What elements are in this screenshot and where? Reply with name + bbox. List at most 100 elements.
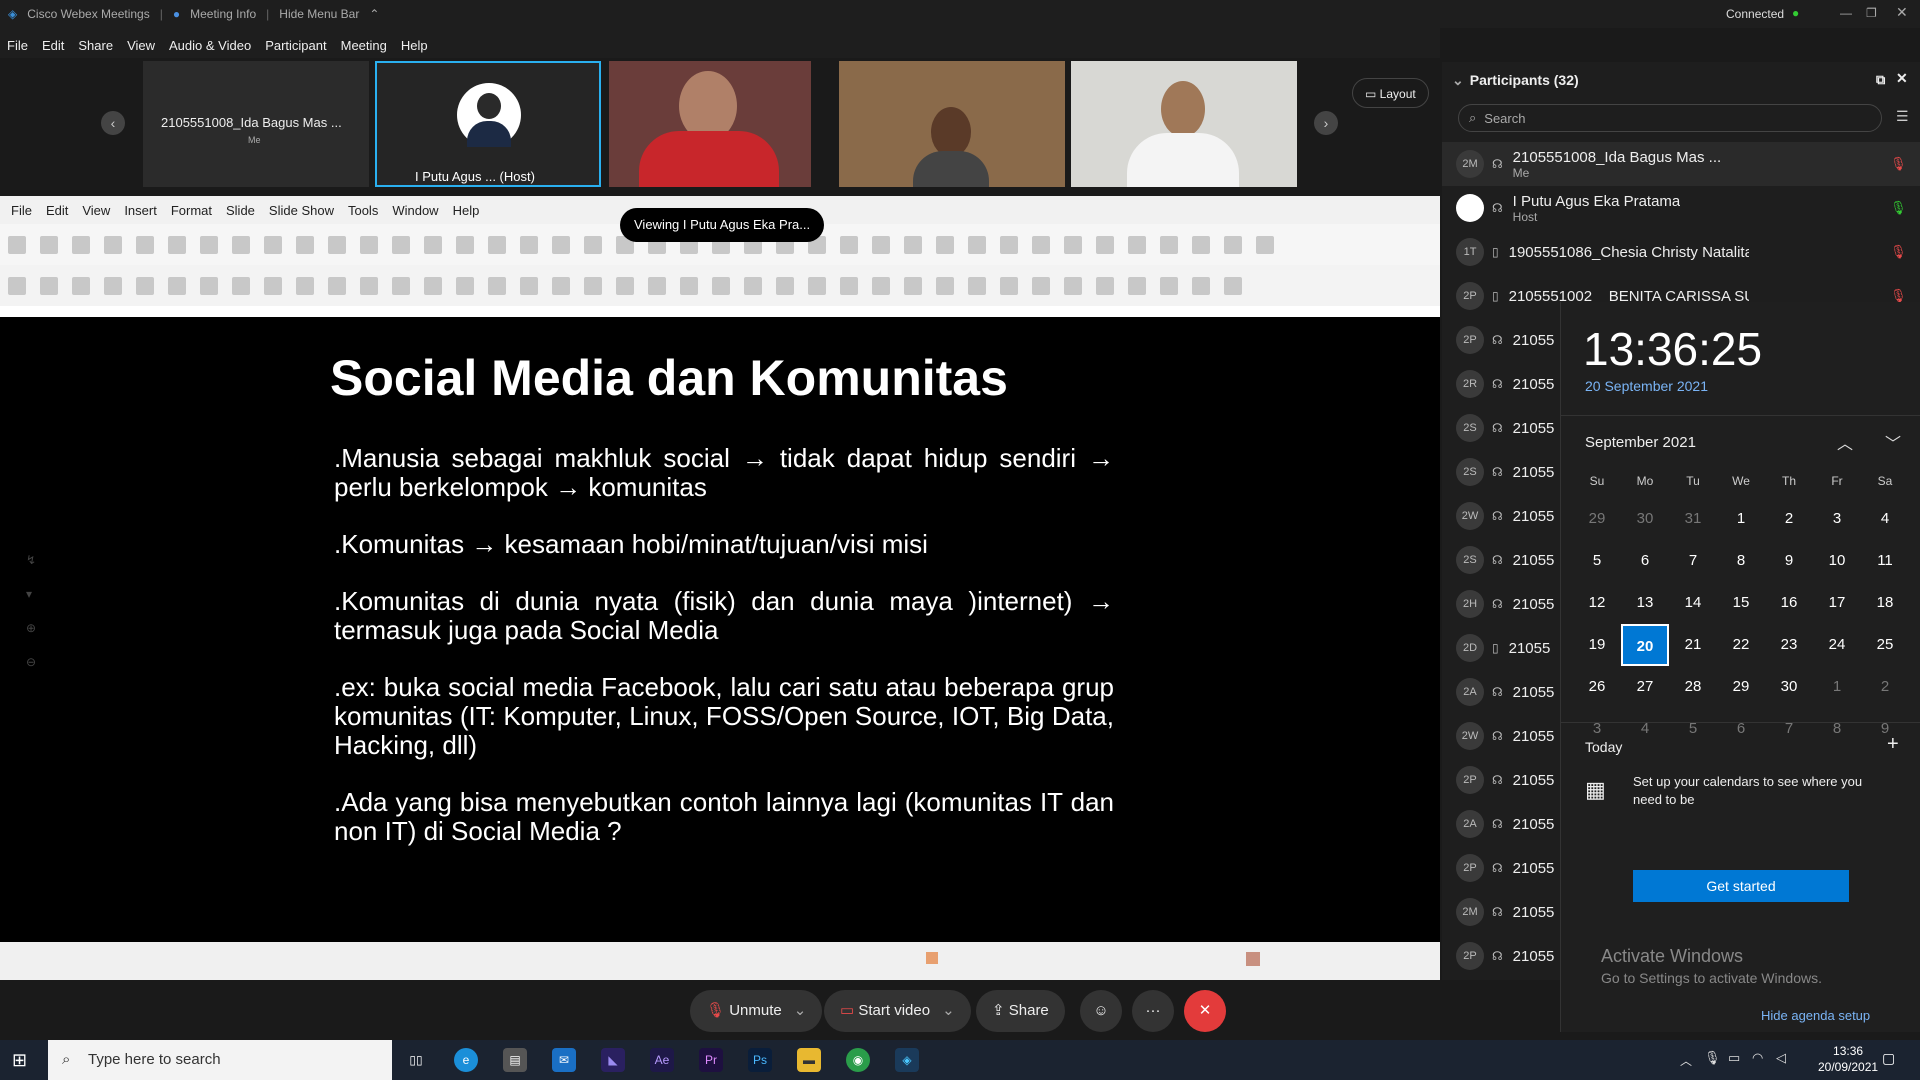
toolbar-icon[interactable] [968,276,986,295]
toolbar-icon[interactable] [744,276,762,295]
impress-menu-window[interactable]: Window [385,203,445,218]
calendar-day[interactable]: 3 [1813,498,1861,540]
toolbar-icon[interactable] [1064,276,1082,295]
more-options-button[interactable]: ··· [1132,990,1174,1032]
toolbar-icon[interactable] [360,235,378,254]
store-icon[interactable]: ▤ [503,1048,527,1072]
zoom-out-icon[interactable]: ⊖ [26,645,36,679]
calendar-day[interactable]: 22 [1717,624,1765,666]
toolbar-icon[interactable] [712,276,730,295]
toolbar-icon[interactable] [520,276,538,295]
toolbar-icon[interactable] [168,276,186,295]
toolbar-icon[interactable] [232,276,250,295]
calendar-day[interactable]: 28 [1669,666,1717,708]
hide-agenda-link[interactable]: Hide agenda setup [1761,1008,1870,1023]
calendar-day[interactable]: 14 [1669,582,1717,624]
toolbar-icon[interactable] [1032,276,1050,295]
hide-menu-bar-link[interactable]: Hide Menu Bar [279,7,359,21]
toolbar-icon[interactable] [552,276,570,295]
toolbar-icon[interactable] [1128,235,1146,254]
toolbar-icon[interactable] [904,235,922,254]
after-effects-icon[interactable]: Ae [650,1048,674,1072]
calendar-month[interactable]: September 2021 [1585,434,1696,451]
calendar-day[interactable]: 1 [1717,498,1765,540]
task-view-icon[interactable]: ▯▯ [404,1048,428,1072]
toolbar-icon[interactable] [1224,276,1242,295]
menu-help[interactable]: Help [394,38,435,53]
mic-muted-icon[interactable]: 🎙 [1890,156,1907,172]
calendar-day[interactable]: 2 [1861,666,1909,708]
toolbar-icon[interactable] [1096,276,1114,295]
toolbar-icon[interactable] [648,276,666,295]
get-started-button[interactable]: Get started [1633,870,1849,902]
toolbar-icon[interactable] [456,235,474,254]
participant-video-tile[interactable] [1071,61,1297,187]
taskbar-search[interactable]: ⌕ Type here to search [48,1040,392,1080]
calendar-day[interactable]: 21 [1669,624,1717,666]
mic-muted-icon[interactable]: 🎙 [1890,244,1907,260]
menu-share[interactable]: Share [71,38,120,53]
toolbar-icon[interactable] [1096,235,1114,254]
mic-tray-icon[interactable]: 🎙 [1704,1050,1721,1066]
start-video-button[interactable]: ▭ Start video ⌄ [824,990,971,1032]
close-panel-icon[interactable]: ✕ [1896,70,1908,87]
calendar-day[interactable]: 5 [1669,708,1717,750]
toolbar-icon[interactable] [1192,235,1210,254]
chevron-down-icon[interactable]: ⌄ [794,1002,807,1019]
calendar-day[interactable]: 31 [1669,498,1717,540]
impress-menu-view[interactable]: View [75,203,117,218]
calendar-day[interactable]: 9 [1765,540,1813,582]
toolbar-icon[interactable] [72,235,90,254]
calendar-day[interactable]: 23 [1765,624,1813,666]
participant-row[interactable]: 2M ☊ 2105551008_Ida Bagus Mas ... Me 🎙 [1442,142,1920,186]
chevron-down-icon[interactable]: ⌄ [1452,72,1464,89]
share-button[interactable]: ⇪ Share [976,990,1065,1032]
impress-menu-file[interactable]: File [4,203,39,218]
toolbar-icon[interactable] [616,276,634,295]
calendar-day[interactable]: 15 [1717,582,1765,624]
mic-on-icon[interactable]: 🎙 [1890,200,1907,216]
toolbar-icon[interactable] [456,276,474,295]
toolbar-icon[interactable] [40,276,58,295]
toolbar-icon[interactable] [1192,276,1210,295]
participant-video-tile[interactable] [839,61,1065,187]
calendar-day[interactable]: 19 [1573,624,1621,666]
calendar-day[interactable]: 29 [1573,498,1621,540]
calendar-day[interactable]: 1 [1813,666,1861,708]
toolbar-icon[interactable] [904,276,922,295]
next-month-icon[interactable]: ﹀ [1885,430,1901,454]
wifi-icon[interactable]: ◠ [1752,1050,1763,1066]
reactions-button[interactable]: ☺ [1080,990,1122,1032]
popout-icon[interactable]: ⧉ [1876,72,1885,88]
toolbar-icon[interactable] [136,276,154,295]
participant-row[interactable]: 1T ▯ 1905551086_Chesia Christy Natalita Br… [1442,230,1920,274]
calendar-day[interactable]: 7 [1669,540,1717,582]
impress-menu-insert[interactable]: Insert [117,203,164,218]
toolbar-icon[interactable] [936,235,954,254]
toolbar-icon[interactable] [1032,235,1050,254]
notifications-icon[interactable]: ▢ [1882,1050,1895,1067]
menu-meeting[interactable]: Meeting [334,38,394,53]
menu-file[interactable]: File [0,38,35,53]
restore-button[interactable]: ❐ [1866,6,1877,20]
host-video-tile[interactable]: I Putu Agus ... (Host) [375,61,601,187]
toolbar-icon[interactable] [1256,235,1274,254]
toolbar-icon[interactable] [968,235,986,254]
toolbar-icon[interactable] [1000,235,1018,254]
leave-meeting-button[interactable]: ✕ [1184,990,1226,1032]
impress-menu-format[interactable]: Format [164,203,219,218]
filmstrip-next-button[interactable]: › [1314,111,1338,135]
premiere-pro-icon[interactable]: Pr [699,1048,723,1072]
photoshop-icon[interactable]: Ps [748,1048,772,1072]
toolbar-icon[interactable] [168,235,186,254]
toolbar-icon[interactable] [872,276,890,295]
participant-video-tile[interactable] [609,61,811,187]
impress-menu-slide[interactable]: Slide [219,203,262,218]
toolbar-icon[interactable] [232,235,250,254]
toolbar-icon[interactable] [8,235,26,254]
toolbar-icon[interactable] [264,235,282,254]
calendar-day[interactable]: 9 [1861,708,1909,750]
toolbar-icon[interactable] [872,235,890,254]
calendar-day[interactable]: 7 [1765,708,1813,750]
battery-icon[interactable]: ▭ [1728,1050,1740,1066]
